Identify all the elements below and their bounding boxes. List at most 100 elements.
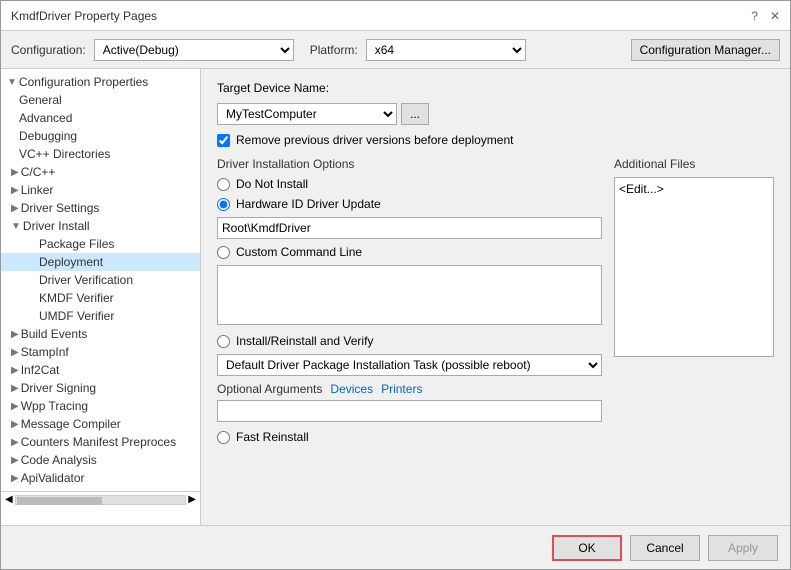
expand-icon: ▶ — [11, 365, 19, 376]
sidebar-item-general[interactable]: General — [1, 91, 200, 109]
expand-icon: ▶ — [11, 455, 19, 466]
radio-do-not-install-row: Do Not Install — [217, 177, 602, 191]
expand-icon: ▶ — [11, 419, 19, 430]
sidebar-item-label: Driver Settings — [21, 201, 100, 215]
expand-icon: ▶ — [11, 347, 19, 358]
expand-icon: ▶ — [11, 185, 19, 196]
printers-link[interactable]: Printers — [381, 382, 422, 396]
sidebar-item-advanced[interactable]: Advanced — [1, 109, 200, 127]
sidebar-scrollbar[interactable]: ◀ ▶ — [1, 491, 200, 507]
close-icon[interactable]: ✕ — [770, 9, 780, 23]
sidebar-item-driver-signing[interactable]: ▶ Driver Signing — [1, 379, 200, 397]
sidebar-item-label: Inf2Cat — [21, 363, 60, 377]
radio-install-reinstall[interactable] — [217, 335, 230, 348]
sidebar-item-inf2cat[interactable]: ▶ Inf2Cat — [1, 361, 200, 379]
driver-install-title: Driver Installation Options — [217, 157, 602, 171]
expand-icon: ▶ — [11, 203, 19, 214]
right-panel: Target Device Name: MyTestComputer ... R… — [201, 69, 790, 525]
remove-previous-checkbox[interactable] — [217, 134, 230, 147]
expand-icon: ▶ — [11, 167, 19, 178]
sidebar-item-label: Advanced — [19, 111, 72, 125]
sidebar-item-label: Debugging — [19, 129, 77, 143]
cancel-button[interactable]: Cancel — [630, 535, 700, 561]
config-label: Configuration: — [11, 43, 86, 57]
target-device-select[interactable]: MyTestComputer — [217, 103, 397, 125]
main-content: ▼ Configuration Properties General Advan… — [1, 69, 790, 525]
sidebar-item-driver-install[interactable]: ▼ Driver Install — [1, 217, 200, 235]
expand-icon: ▼ — [11, 221, 21, 232]
radio-fast-reinstall[interactable] — [217, 431, 230, 444]
radio-custom-cmd[interactable] — [217, 246, 230, 259]
additional-files-title: Additional Files — [614, 157, 774, 171]
target-device-name-row: Target Device Name: — [217, 81, 774, 95]
expand-icon: ▶ — [11, 473, 19, 484]
sidebar-item-message-compiler[interactable]: ▶ Message Compiler — [1, 415, 200, 433]
sidebar-item-build-events[interactable]: ▶ Build Events — [1, 325, 200, 343]
radio-install-reinstall-row: Install/Reinstall and Verify — [217, 334, 602, 348]
device-name-row: MyTestComputer ... — [217, 103, 774, 125]
browse-button[interactable]: ... — [401, 103, 429, 125]
apply-button[interactable]: Apply — [708, 535, 778, 561]
expand-icon: ▶ — [11, 329, 19, 340]
radio-fast-reinstall-label: Fast Reinstall — [236, 430, 309, 444]
sidebar-item-deployment[interactable]: Deployment — [1, 253, 200, 271]
sidebar-item-label: Build Events — [21, 327, 88, 341]
title-bar-controls: ? ✕ — [751, 9, 780, 23]
radio-hardware-id-row: Hardware ID Driver Update — [217, 197, 602, 211]
target-device-label: Target Device Name: — [217, 81, 329, 95]
sidebar-item-driver-verification[interactable]: Driver Verification — [1, 271, 200, 289]
radio-do-not-install-label: Do Not Install — [236, 177, 308, 191]
config-manager-button[interactable]: Configuration Manager... — [631, 39, 780, 61]
sidebar-item-kmdf-verifier[interactable]: KMDF Verifier — [1, 289, 200, 307]
window-title: KmdfDriver Property Pages — [11, 9, 157, 23]
install-task-select[interactable]: Default Driver Package Installation Task… — [217, 354, 602, 376]
expand-icon: ▶ — [11, 401, 19, 412]
sidebar-item-label: KMDF Verifier — [39, 291, 114, 305]
optional-args-label: Optional Arguments — [217, 382, 322, 396]
sidebar-item-linker[interactable]: ▶ Linker — [1, 181, 200, 199]
devices-link[interactable]: Devices — [330, 382, 373, 396]
sidebar-item-package-files[interactable]: Package Files — [1, 235, 200, 253]
sidebar-item-vc-directories[interactable]: VC++ Directories — [1, 145, 200, 163]
additional-files-box[interactable]: <Edit...> — [614, 177, 774, 357]
sidebar-item-label: StampInf — [21, 345, 69, 359]
sidebar-item-code-analysis[interactable]: ▶ Code Analysis — [1, 451, 200, 469]
sidebar-item-stampinf[interactable]: ▶ StampInf — [1, 343, 200, 361]
radio-do-not-install[interactable] — [217, 178, 230, 191]
platform-select[interactable]: x64 — [366, 39, 526, 61]
sidebar-item-debugging[interactable]: Debugging — [1, 127, 200, 145]
sidebar-item-label: UMDF Verifier — [39, 309, 114, 323]
sidebar-item-cpp[interactable]: ▶ C/C++ — [1, 163, 200, 181]
radio-custom-cmd-row: Custom Command Line — [217, 245, 602, 259]
driver-install-section: Driver Installation Options Do Not Insta… — [217, 157, 602, 450]
sidebar-item-counters-manifest[interactable]: ▶ Counters Manifest Preproces — [1, 433, 200, 451]
additional-files-section: Additional Files <Edit...> — [614, 157, 774, 450]
config-select[interactable]: Active(Debug) — [94, 39, 294, 61]
sidebar-item-label: General — [19, 93, 62, 107]
radio-hardware-id[interactable] — [217, 198, 230, 211]
sidebar-item-label: Configuration Properties — [19, 75, 148, 89]
optional-args-input[interactable] — [217, 400, 602, 422]
sidebar-item-label: Driver Signing — [21, 381, 96, 395]
expand-icon: ▶ — [11, 383, 19, 394]
radio-install-reinstall-label: Install/Reinstall and Verify — [236, 334, 373, 348]
sidebar: ▼ Configuration Properties General Advan… — [1, 69, 201, 525]
sidebar-item-wpp-tracing[interactable]: ▶ Wpp Tracing — [1, 397, 200, 415]
title-bar: KmdfDriver Property Pages ? ✕ — [1, 1, 790, 31]
bottom-bar: OK Cancel Apply — [1, 525, 790, 569]
sidebar-item-driver-settings[interactable]: ▶ Driver Settings — [1, 199, 200, 217]
custom-cmd-textarea[interactable] — [217, 265, 602, 325]
sidebar-item-label: Driver Verification — [39, 273, 133, 287]
radio-fast-reinstall-row: Fast Reinstall — [217, 430, 602, 444]
sidebar-item-label: VC++ Directories — [19, 147, 110, 161]
help-icon[interactable]: ? — [751, 9, 758, 23]
sidebar-item-config-props[interactable]: ▼ Configuration Properties — [1, 73, 200, 91]
hardware-id-input[interactable] — [217, 217, 602, 239]
ok-button[interactable]: OK — [552, 535, 622, 561]
sidebar-item-label: Driver Install — [23, 219, 90, 233]
install-task-row: Default Driver Package Installation Task… — [217, 354, 602, 376]
sidebar-item-label: Linker — [21, 183, 54, 197]
additional-files-value: <Edit...> — [619, 182, 664, 196]
sidebar-item-umdf-verifier[interactable]: UMDF Verifier — [1, 307, 200, 325]
sidebar-item-api-validator[interactable]: ▶ ApiValidator — [1, 469, 200, 487]
